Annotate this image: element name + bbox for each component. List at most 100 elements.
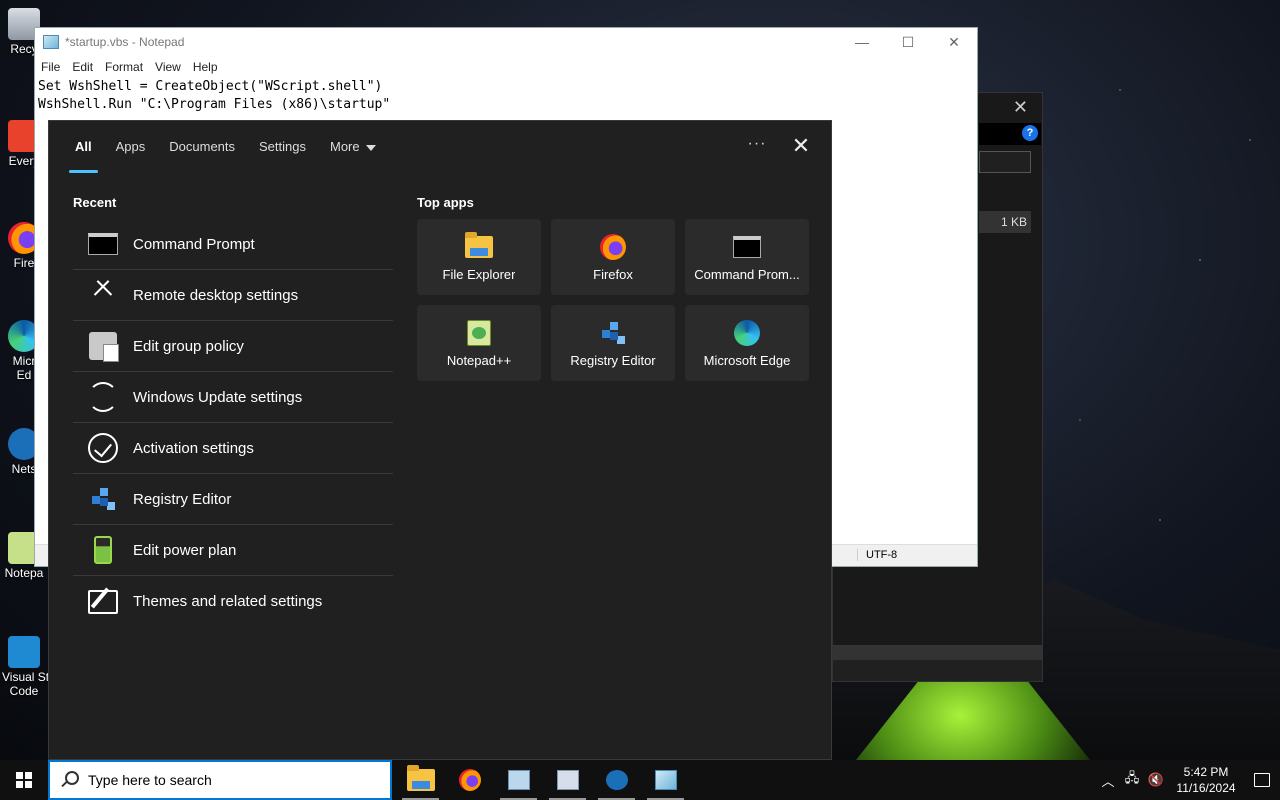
recent-item-themes[interactable]: Themes and related settings xyxy=(73,576,393,627)
top-app-registry-editor[interactable]: Registry Editor xyxy=(551,305,675,381)
tab-more[interactable]: More xyxy=(318,121,388,173)
desktop-icon-label: Notepa xyxy=(4,566,44,580)
recent-item-remote-desktop[interactable]: Remote desktop settings xyxy=(73,270,393,321)
minimize-button[interactable]: — xyxy=(839,28,885,56)
top-app-label: Firefox xyxy=(593,266,633,282)
clock-date: 11/16/2024 xyxy=(1176,781,1236,795)
top-app-label: File Explorer xyxy=(442,266,516,282)
recent-item-command-prompt[interactable]: Command Prompt xyxy=(73,219,393,270)
explorer-horizontal-scrollbar[interactable] xyxy=(833,645,1042,659)
taskbar-apps xyxy=(396,760,690,800)
recent-item-activation[interactable]: Activation settings xyxy=(73,423,393,474)
firefox-icon xyxy=(599,233,627,261)
taskbar-search-box[interactable] xyxy=(48,760,392,800)
clock[interactable]: 5:42 PM 11/16/2024 xyxy=(1168,764,1244,796)
file-size-cell: 1 KB xyxy=(979,211,1031,233)
windows-logo-icon xyxy=(16,772,32,788)
taskbar-app-notepad[interactable] xyxy=(641,760,690,800)
editor-line: Set WshShell = CreateObject("WScript.she… xyxy=(38,79,383,94)
taskbar-app-netsetman[interactable] xyxy=(592,760,641,800)
tab-label: All xyxy=(75,139,92,154)
firefox-icon xyxy=(458,769,481,791)
tab-label: Apps xyxy=(115,139,146,154)
menu-edit[interactable]: Edit xyxy=(72,60,93,74)
top-app-label: Notepad++ xyxy=(446,352,512,368)
command-prompt-icon xyxy=(87,228,119,260)
registry-editor-icon xyxy=(599,319,627,347)
tab-settings[interactable]: Settings xyxy=(247,121,318,173)
start-button[interactable] xyxy=(0,760,48,800)
themes-icon xyxy=(87,586,119,618)
task-scheduler-icon xyxy=(507,770,530,790)
recent-item-windows-update[interactable]: Windows Update settings xyxy=(73,372,393,423)
close-search-button[interactable]: ✕ xyxy=(787,133,815,161)
close-button[interactable]: ✕ xyxy=(931,28,977,56)
recent-item-label: Command Prompt xyxy=(133,235,255,253)
recent-item-label: Remote desktop settings xyxy=(133,286,299,304)
top-app-command-prompt[interactable]: Command Prom... xyxy=(685,219,809,295)
network-icon[interactable]: 🖧 xyxy=(1120,760,1144,800)
notepad-icon xyxy=(43,35,59,49)
recent-heading: Recent xyxy=(73,195,117,210)
recent-item-registry-editor[interactable]: Registry Editor xyxy=(73,474,393,525)
explorer-search-input[interactable] xyxy=(979,151,1031,173)
top-apps-heading: Top apps xyxy=(417,195,474,210)
notification-icon xyxy=(1254,773,1270,787)
window-controls: — ☐ ✕ xyxy=(839,28,977,56)
tab-label: Documents xyxy=(169,139,236,154)
notepadpp-icon xyxy=(465,319,493,347)
encoding-label: UTF-8 xyxy=(857,549,897,561)
tab-documents[interactable]: Documents xyxy=(157,121,247,173)
volume-muted-icon[interactable]: 🔇 xyxy=(1144,760,1168,800)
vscode-icon xyxy=(8,636,40,668)
menu-format[interactable]: Format xyxy=(105,60,143,74)
explorer-close-button[interactable]: ✕ xyxy=(1013,97,1028,118)
notepad-vertical-scrollbar[interactable] xyxy=(961,78,977,528)
more-options-button[interactable]: ··· xyxy=(745,135,769,159)
menu-file[interactable]: File xyxy=(41,60,60,74)
desktop-icon-vscode[interactable]: Visual St Code xyxy=(2,636,50,698)
editor-line: WshShell.Run "C:\Program Files (x86)\sta… xyxy=(38,97,391,112)
recent-list: Command Prompt Remote desktop settings E… xyxy=(73,219,393,627)
command-prompt-icon xyxy=(733,233,761,261)
edge-icon xyxy=(733,319,761,347)
file-explorer-icon xyxy=(465,231,493,261)
top-app-notepadpp[interactable]: Notepad++ xyxy=(417,305,541,381)
tab-label: More xyxy=(330,139,360,154)
top-app-label: Microsoft Edge xyxy=(703,352,791,368)
top-app-firefox[interactable]: Firefox xyxy=(551,219,675,295)
chevron-down-icon xyxy=(365,144,376,151)
registry-editor-icon xyxy=(87,483,119,515)
windows-update-icon xyxy=(87,381,119,413)
maximize-button[interactable]: ☐ xyxy=(885,28,931,56)
chevron-up-icon[interactable]: ︿ xyxy=(1096,760,1120,800)
system-config-icon xyxy=(556,770,579,790)
tab-label: Settings xyxy=(259,139,306,154)
tab-all[interactable]: All xyxy=(63,121,104,173)
menu-view[interactable]: View xyxy=(155,60,181,74)
recent-item-group-policy[interactable]: Edit group policy xyxy=(73,321,393,372)
taskbar: ︿ 🖧 🔇 5:42 PM 11/16/2024 xyxy=(0,760,1280,800)
top-app-file-explorer[interactable]: File Explorer xyxy=(417,219,541,295)
notification-center-button[interactable] xyxy=(1244,760,1280,800)
recent-item-label: Edit group policy xyxy=(133,337,244,355)
taskbar-app-system-config[interactable] xyxy=(543,760,592,800)
help-icon[interactable]: ? xyxy=(1022,125,1038,141)
activation-icon xyxy=(87,432,119,464)
desktop-icon-label: Visual St Code xyxy=(2,670,50,698)
notepad-editor[interactable]: Set WshShell = CreateObject("WScript.she… xyxy=(35,78,977,114)
notepad-menu-bar: File Edit Format View Help xyxy=(35,56,977,78)
menu-help[interactable]: Help xyxy=(193,60,218,74)
search-tabs: All Apps Documents Settings More xyxy=(63,121,388,173)
taskbar-app-task-scheduler[interactable] xyxy=(494,760,543,800)
recent-item-label: Registry Editor xyxy=(133,490,232,508)
search-input[interactable] xyxy=(88,772,378,788)
recent-item-power-plan[interactable]: Edit power plan xyxy=(73,525,393,576)
tab-apps[interactable]: Apps xyxy=(104,121,158,173)
explorer-status-bar xyxy=(833,659,1042,681)
clock-time: 5:42 PM xyxy=(1183,765,1229,779)
taskbar-app-file-explorer[interactable] xyxy=(396,760,445,800)
recent-item-label: Edit power plan xyxy=(133,541,237,559)
top-app-edge[interactable]: Microsoft Edge xyxy=(685,305,809,381)
taskbar-app-firefox[interactable] xyxy=(445,760,494,800)
